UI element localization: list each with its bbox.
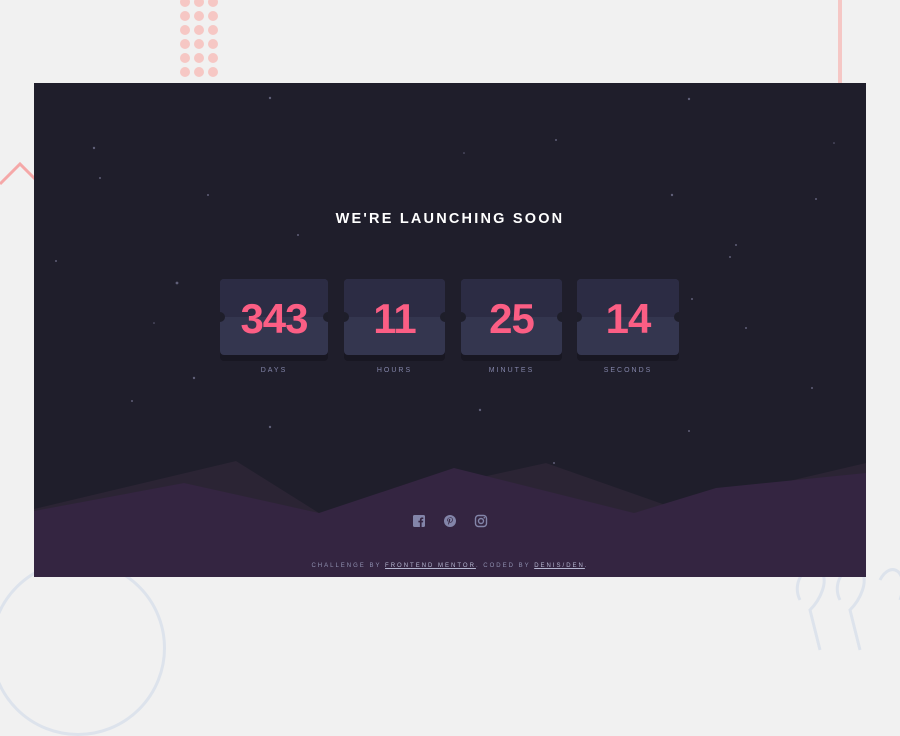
days-label: DAYS <box>260 367 288 374</box>
mountain-hills <box>34 461 866 577</box>
minutes-label: MINUTES <box>488 367 535 374</box>
card-notch-right <box>323 312 328 322</box>
card-notch-right <box>557 312 562 322</box>
days-value: 343 <box>240 295 308 342</box>
countdown-days: 343 DAYS <box>220 279 328 374</box>
hours-value: 11 <box>373 295 416 342</box>
flip-card: 343 <box>220 279 328 355</box>
countdown-hours: 11 HOURS <box>344 279 445 374</box>
social-links <box>34 509 866 528</box>
seconds-value: 14 <box>605 295 652 342</box>
pinterest-icon[interactable] <box>443 513 457 527</box>
instagram-icon[interactable] <box>474 513 488 527</box>
frontend-mentor-link[interactable]: FRONTEND MENTOR <box>385 563 476 569</box>
footer-prefix: CHALLENGE BY <box>311 563 382 569</box>
author-link[interactable]: DENIS/DEN <box>534 563 585 569</box>
app-screen: WE'RE LAUNCHING SOON 343 DAYS 11 HOURS 2… <box>34 83 866 577</box>
footer-suffix: . <box>584 563 589 569</box>
minutes-value: 25 <box>489 295 535 342</box>
decorative-circle <box>0 560 166 736</box>
flip-card: 11 <box>344 279 445 355</box>
footer-attribution: CHALLENGE BY FRONTEND MENTOR. CODED BY D… <box>34 563 866 569</box>
decorative-dots <box>180 0 218 77</box>
card-notch-right <box>674 312 679 322</box>
seconds-label: SECONDS <box>603 367 653 374</box>
flip-card: 25 <box>461 279 562 355</box>
facebook-icon[interactable] <box>412 513 426 527</box>
footer-middle: . CODED BY <box>475 563 531 569</box>
countdown-minutes: 25 MINUTES <box>461 279 562 374</box>
page-title: WE'RE LAUNCHING SOON <box>335 211 565 227</box>
countdown-seconds: 14 SECONDS <box>577 279 679 374</box>
decorative-line <box>838 0 842 84</box>
card-notch-right <box>440 312 445 322</box>
hours-label: HOURS <box>376 367 413 374</box>
flip-card: 14 <box>577 279 679 355</box>
